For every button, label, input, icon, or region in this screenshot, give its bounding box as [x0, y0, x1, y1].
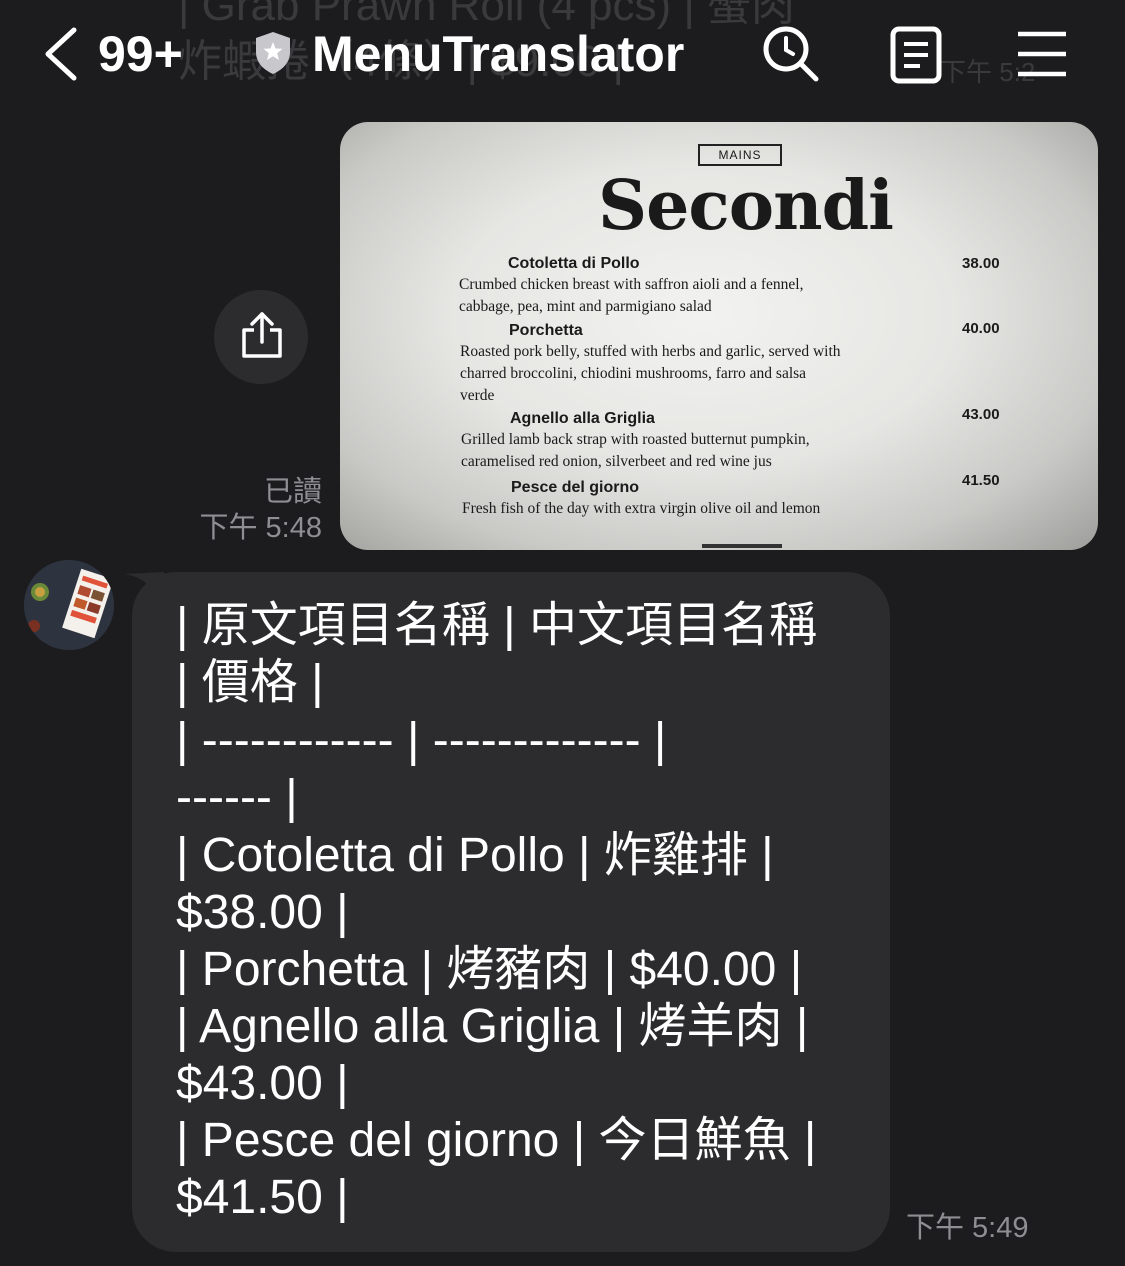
chat-header: 99+ MenuTranslator [0, 0, 1125, 108]
search-icon[interactable] [760, 24, 822, 84]
message-line: $38.00 | [176, 886, 349, 939]
dish-description-line: caramelised red onion, silverbeet and re… [461, 453, 772, 470]
dish-description-line: Crumbed chicken breast with saffron aiol… [459, 276, 804, 293]
dish-description-line: verde [460, 387, 495, 404]
dish-description-line: Roasted pork belly, stuffed with herbs a… [460, 343, 841, 360]
avatar-image [24, 560, 114, 650]
message-line: $43.00 | [176, 1057, 349, 1110]
avatar[interactable] [24, 560, 114, 650]
dish-description: Roasted pork belly, stuffed with herbs a… [460, 341, 841, 407]
message-timestamp: 下午 5:48 [199, 512, 323, 544]
menu-photo-divider [702, 544, 782, 548]
message-line: | Cotoletta di Pollo | 炸雞排 | [176, 829, 774, 882]
message-line: | Porchetta | 烤豬肉 | $40.00 | [176, 943, 803, 996]
chat-screen: | Grab Prawn Roll (4 pcs) | 蟹肉 炸蝦捲（4條）| … [0, 0, 1125, 1266]
dish-description: Crumbed chicken breast with saffron aiol… [459, 274, 803, 318]
message-line: | ------------ | ------------- | [176, 714, 667, 767]
menu-section-title: Secondi [598, 166, 894, 246]
chat-title: MenuTranslator [312, 26, 685, 82]
dish-description: Fresh fish of the day with extra virgin … [462, 498, 820, 520]
menu-section-tag: MAINS [698, 144, 782, 166]
dish-name: Pesce del giorno [511, 479, 640, 496]
dish-price: 41.50 [962, 472, 1000, 489]
dish-price: 40.00 [962, 320, 1000, 337]
share-button[interactable] [214, 290, 308, 384]
dish-price: 38.00 [962, 255, 1000, 272]
dish-description-line: charred broccolini, chiodini mushrooms, … [460, 365, 807, 382]
shield-icon [256, 32, 290, 74]
menu-icon[interactable] [1016, 30, 1068, 78]
dish-name: Porchetta [509, 322, 583, 339]
back-icon[interactable] [40, 26, 84, 82]
message-line: ------ | [176, 771, 298, 824]
unread-count[interactable]: 99+ [98, 26, 183, 82]
share-icon [242, 312, 282, 358]
message-line: | Agnello alla Griglia | 烤羊肉 | [176, 1000, 809, 1053]
message-line: $41.50 | [176, 1171, 349, 1224]
dish-description: Grilled lamb back strap with roasted but… [461, 429, 810, 473]
message-timestamp: 下午 5:49 [906, 1212, 1029, 1244]
dish-description-line: cabbage, pea, mint and parmigiano salad [459, 298, 712, 315]
dish-description-line: Grilled lamb back strap with roasted but… [461, 431, 810, 448]
message-line: | 價格 | [176, 656, 324, 709]
menu-photo-message[interactable]: MAINS Secondi Cotoletta di Pollo Crumbed… [340, 122, 1098, 550]
message-line: | 原文項目名稱 | 中文項目名稱 [176, 599, 817, 652]
message-line: | Pesce del giorno | 今日鮮魚 | [176, 1114, 817, 1167]
notes-icon[interactable] [890, 26, 942, 84]
dish-price: 43.00 [962, 406, 1000, 423]
dish-description-line: Fresh fish of the day with extra virgin … [462, 500, 821, 517]
dish-name: Cotoletta di Pollo [508, 255, 640, 272]
dish-name: Agnello alla Griglia [510, 410, 655, 427]
